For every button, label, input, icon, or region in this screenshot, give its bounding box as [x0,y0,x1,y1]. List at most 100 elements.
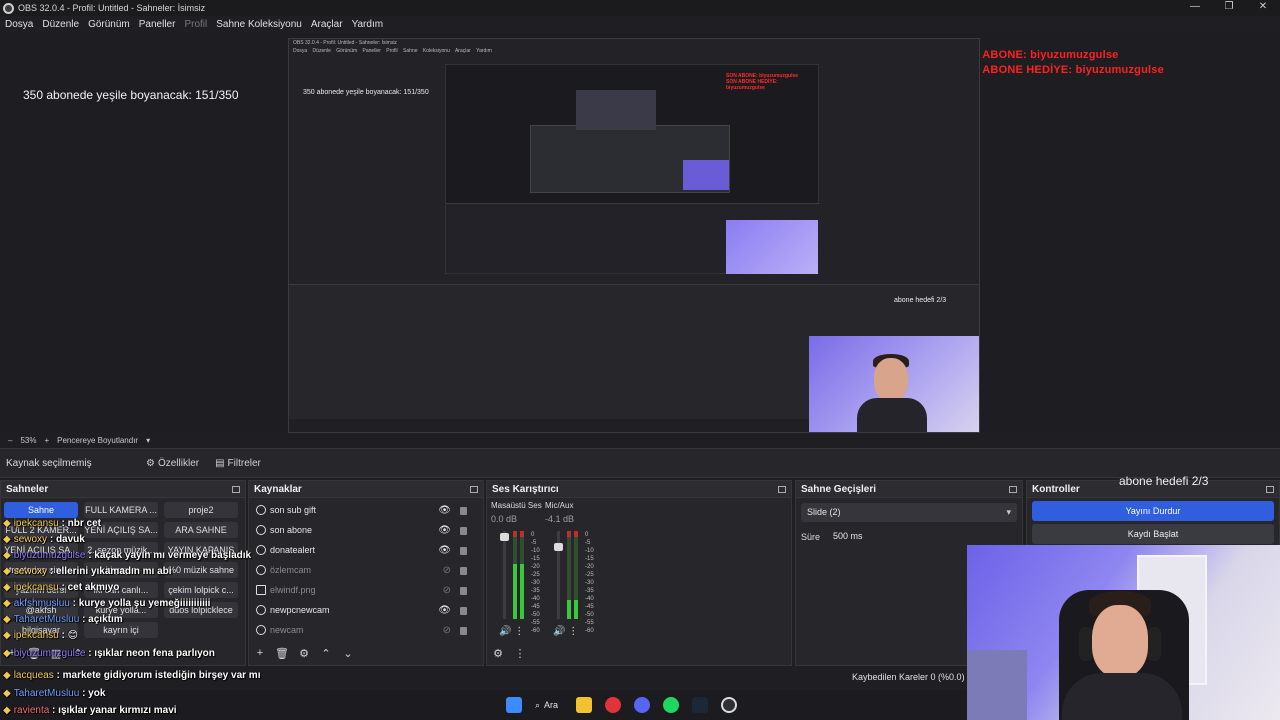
scene-button[interactable]: @akfsh [4,602,78,618]
undock-icon[interactable] [778,485,786,493]
more-icon[interactable]: ⋮ [514,626,524,637]
scene-button[interactable]: bilgisayar [4,622,78,638]
scene-button[interactable]: yazılım dersi [4,582,78,598]
visibility-eye-icon[interactable]: 👁 [438,525,451,536]
lock-icon[interactable] [460,587,467,595]
remove-source-icon[interactable]: 🗑 [275,647,289,660]
source-item[interactable]: donatealert 👁 [249,540,483,560]
source-item[interactable]: newpcnewcam 👁 [249,600,483,620]
undock-icon[interactable] [470,485,478,493]
scene-button[interactable]: iki can canlı... [84,582,158,598]
scene-button[interactable]: proje2 [164,502,238,518]
menu-profile[interactable]: Profil [184,19,207,30]
discord-icon[interactable] [634,697,651,713]
hidden-eye-icon[interactable]: ⊘ [443,625,451,636]
gear-icon[interactable]: ⚙ [297,647,311,660]
preview-canvas[interactable]: 350 abonede yeşile boyanacak: 151/350 SO… [0,33,1280,433]
scene-button[interactable]: ARA SAHNE [164,522,238,538]
menu-scene-collection[interactable]: Sahne Koleksiyonu [216,19,302,30]
taskbar-search[interactable]: ⌕ Ara [535,700,558,711]
lock-icon[interactable] [460,527,467,535]
move-up-icon[interactable]: ⌃ [319,647,333,660]
obs-icon[interactable] [721,697,738,713]
source-item[interactable]: son sub gift 👁 [249,500,483,520]
file-explorer-icon[interactable] [576,697,593,713]
add-scene-icon[interactable]: + [5,647,19,659]
minimize-icon[interactable]: — [1178,0,1212,16]
speaker-icon[interactable]: 🔊 [553,626,565,637]
vivaldi-icon[interactable] [605,697,622,713]
chevron-down-icon[interactable]: ▾ [146,436,150,445]
source-item[interactable]: elwindf.png ⊘ [249,580,483,600]
transition-select[interactable]: Slide (2) [801,503,1017,522]
menu-docks[interactable]: Paneller [139,19,176,30]
scene-button[interactable]: %0 müzik sahne [164,562,238,578]
undock-icon[interactable] [232,485,240,493]
maximize-icon[interactable]: ❐ [1212,0,1246,16]
scene-button[interactable]: YENİ AÇILIŞ SA... [84,522,158,538]
speaker-icon[interactable]: 🔊 [499,626,511,637]
scene-button[interactable]: Sahne [4,502,78,518]
undock-icon[interactable] [1009,485,1017,493]
close-icon[interactable]: ✕ [1246,0,1280,16]
scene-button[interactable]: iri yayın [84,562,158,578]
lock-icon[interactable] [460,627,467,635]
fader-knob[interactable] [554,543,563,551]
add-source-icon[interactable]: + [253,647,267,659]
mixer-channel-mic: Mic/Aux -4.1 dB 0 -5 -10 -15 -20 -25 -30 -35 -40… [545,501,605,651]
scene-grid-icon[interactable]: ▦ [49,647,63,660]
more-icon[interactable]: ⋮ [568,626,578,637]
menu-file[interactable]: Dosya [5,19,33,30]
start-recording-button[interactable]: Kaydı Başlat [1032,524,1274,544]
move-up-icon[interactable]: ⌃ [71,647,85,660]
lock-icon[interactable] [460,547,467,555]
source-item[interactable]: newcam ⊘ [249,620,483,640]
stop-streaming-button[interactable]: Yayını Durdur [1032,501,1274,521]
properties-button[interactable]: ⚙ Özellikler [146,458,199,469]
filters-button[interactable]: ▤ Filtreler [215,458,261,469]
fader-knob[interactable] [500,533,509,541]
scene-button[interactable]: kayrın içi [84,622,158,638]
lock-icon[interactable] [460,567,467,575]
spotify-icon[interactable] [663,697,680,713]
camera-source-icon [256,605,266,615]
hidden-eye-icon[interactable]: ⊘ [443,585,451,596]
zoom-in-button[interactable]: + [44,436,49,445]
visibility-eye-icon[interactable]: 👁 [438,505,451,516]
source-item[interactable]: özlemcam ⊘ [249,560,483,580]
menu-help[interactable]: Yardım [352,19,384,30]
zoom-out-button[interactable]: – [8,436,12,445]
visibility-eye-icon[interactable]: 👁 [438,605,451,616]
more-icon[interactable]: ⋮ [513,647,527,660]
scene-button[interactable]: FULL 2 KAMER... [4,522,78,538]
gear-icon[interactable]: ⚙ [491,647,505,660]
scene-button[interactable]: YAYIN KAPANIŞ [164,542,238,558]
volume-fader[interactable] [500,531,509,619]
nested-webcam [809,336,979,432]
menu-tools[interactable]: Araçlar [311,19,343,30]
scale-to-window-select[interactable]: Pencereye Boyutlandır [57,436,138,445]
scene-button[interactable]: ddos lolpicklece [164,602,238,618]
remove-scene-icon[interactable]: 🗑 [27,647,41,660]
undock-icon[interactable] [1266,485,1274,493]
menu-view[interactable]: Görünüm [88,19,130,30]
scene-button[interactable]: FULL KAMERA ... [84,502,158,518]
volume-fader[interactable] [554,531,563,619]
preview-area[interactable]: 350 abonede yeşile boyanacak: 151/350 SO… [0,33,1280,433]
windows-start-icon[interactable] [506,697,522,713]
lock-icon[interactable] [460,607,467,615]
move-down-icon[interactable]: ⌄ [93,647,107,660]
hidden-eye-icon[interactable]: ⊘ [443,565,451,576]
move-down-icon[interactable]: ⌄ [341,647,355,660]
steam-icon[interactable] [692,697,709,713]
menu-edit[interactable]: Düzenle [42,19,79,30]
scene-button[interactable]: tractorino sine... [4,562,78,578]
scene-button[interactable]: 2. sezon müzik... [84,542,158,558]
visibility-eye-icon[interactable]: 👁 [438,545,451,556]
scene-button[interactable]: YENİ AÇILIŞ SA... [4,542,78,558]
lock-icon[interactable] [460,507,467,515]
scene-button[interactable]: kurye yolla... [84,602,158,618]
source-item[interactable]: son abone 👁 [249,520,483,540]
scene-button[interactable]: çekim lolpick c... [164,582,238,598]
duration-input[interactable]: 500 ms [829,527,1017,546]
